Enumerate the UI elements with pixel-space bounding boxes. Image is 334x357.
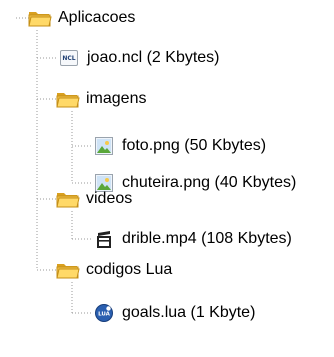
tree-node-codigos-lua[interactable]: codigos Lua — [56, 258, 172, 282]
ncl-file-badge: NCL — [60, 50, 78, 66]
tree-node-label: goals.lua (1 Kbyte) — [122, 304, 256, 321]
tree-node-joao-ncl[interactable]: NCL joao.ncl (2 Kbytes) — [57, 46, 220, 70]
tree-node-label: foto.png (50 Kbytes) — [122, 137, 267, 154]
video-file-icon — [92, 229, 116, 249]
tree-node-foto-png[interactable]: foto.png (50 Kbytes) — [92, 134, 266, 158]
tree-node-label: videos — [86, 190, 133, 207]
folder-open-icon — [56, 260, 80, 280]
folder-open-icon — [56, 189, 80, 209]
folder-open-icon — [56, 89, 80, 109]
lua-file-badge: LUA — [98, 311, 111, 317]
tree-node-label: Aplicacoes — [58, 9, 136, 26]
ncl-file-icon: NCL — [57, 48, 81, 68]
tree-node-aplicacoes[interactable]: Aplicacoes — [28, 6, 135, 30]
tree-node-label: chuteira.png (40 Kbytes) — [122, 174, 297, 191]
file-tree: Aplicacoes NCL joao.ncl (2 Kbytes) image… — [0, 0, 334, 357]
tree-node-label: codigos Lua — [86, 261, 173, 278]
tree-node-label: drible.mp4 (108 Kbytes) — [122, 230, 292, 247]
tree-node-label: imagens — [86, 90, 147, 107]
tree-node-label: joao.ncl (2 Kbytes) — [87, 49, 220, 66]
tree-node-goals-lua[interactable]: LUA goals.lua (1 Kbyte) — [92, 301, 255, 325]
tree-node-imagens[interactable]: imagens — [56, 87, 146, 111]
image-file-icon — [92, 136, 116, 156]
lua-file-icon: LUA — [92, 303, 116, 323]
tree-node-videos[interactable]: videos — [56, 187, 132, 211]
folder-open-icon — [28, 8, 52, 28]
tree-node-drible-mp4[interactable]: drible.mp4 (108 Kbytes) — [92, 227, 292, 251]
